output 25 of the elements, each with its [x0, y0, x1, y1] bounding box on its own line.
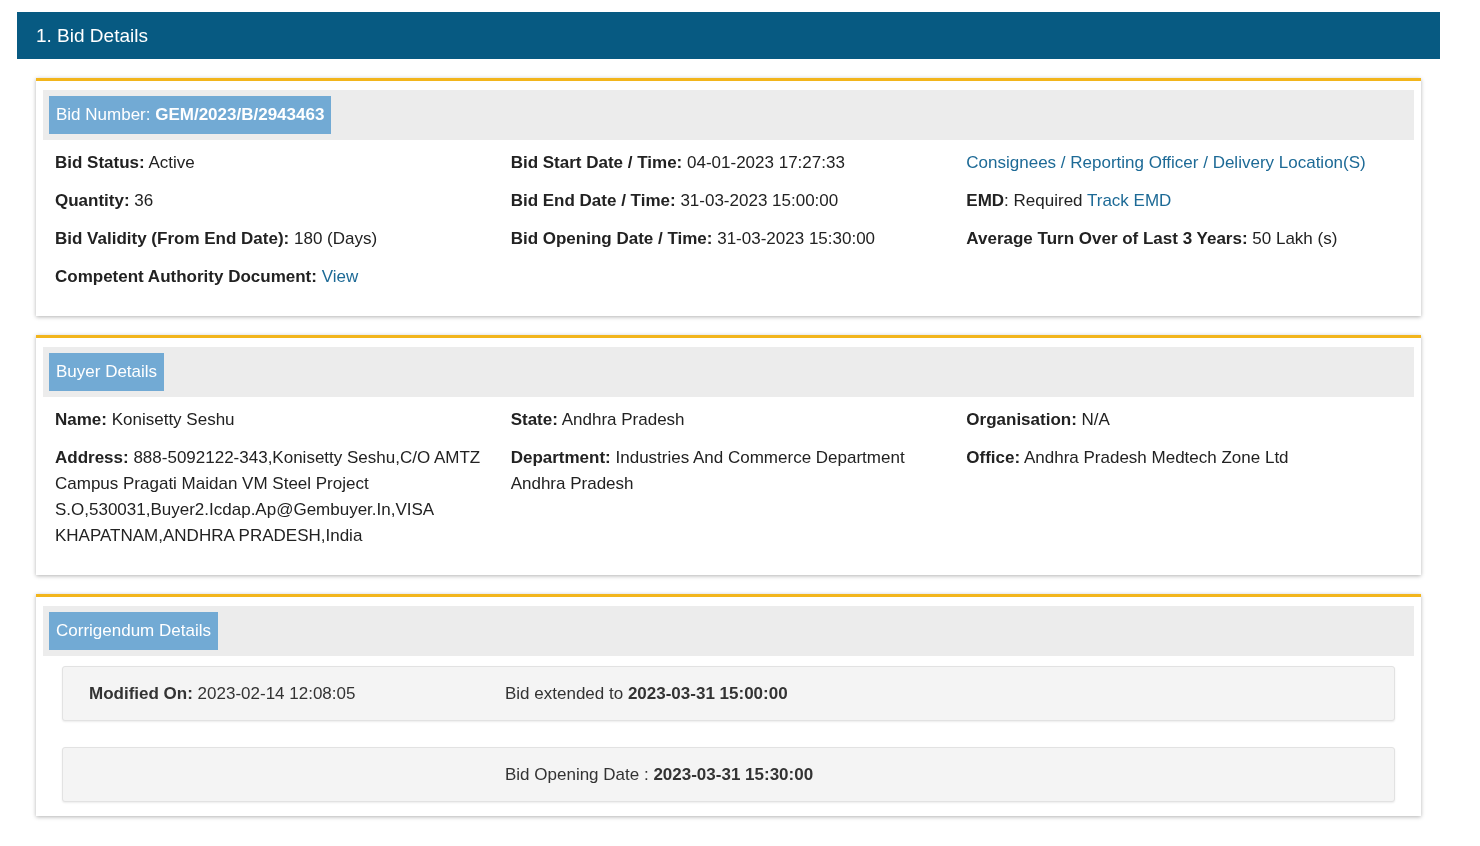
detail-field: Name: Konisetty Seshu [55, 407, 491, 433]
detail-link[interactable]: Track EMD [1086, 191, 1172, 210]
detail-field: Bid Opening Date / Time: 31-03-2023 15:30:00 [510, 226, 947, 252]
detail-field: Average Turn Over of Last 3 Years: 50 Lakh (s) [966, 226, 1402, 252]
detail-field: Quantity: 36 [55, 188, 491, 214]
modified-text: Modified On: 2023-02-14 12:08:05 [89, 683, 356, 703]
section-title: 1. Bid Details [36, 24, 148, 47]
section-label: Buyer Details [49, 353, 165, 391]
detail-field: Bid Start Date / Time: 04-01-2023 17:27:33 [510, 150, 947, 176]
detail-field: EMD: Required Track EMD [966, 188, 1402, 214]
detail-link[interactable]: Consignees / Reporting Officer / Delivery Location(S) [966, 153, 1366, 172]
detail-field: Organisation: N/A [966, 407, 1402, 433]
detail-field: Competent Authority Document: View [55, 264, 491, 290]
detail-field: Bid End Date / Time: 31-03-2023 15:00:00 [510, 188, 947, 214]
detail-field: Bid Status: Active [55, 150, 491, 176]
detail-field: Bid Validity (From End Date): 180 (Days) [55, 226, 491, 252]
section-label: Corrigendum Details [49, 612, 218, 650]
detail-field: Office: Andhra Pradesh Medtech Zone Ltd [966, 445, 1402, 471]
section-label: Bid Number: GEM/2023/B/2943463 [49, 96, 332, 134]
detail-field: Address: 888-5092122-343,Konisetty Seshu,C/O AMTZ Campus Pragati Maidan VM Steel Project S.O,530031,Buyer2.Icdap.Ap@Gembuyer.In,VISA KHAPATNAM,ANDHRA PRADESH,India [55, 445, 491, 549]
detail-field: Department: Industries And Commerce Department Andhra Pradesh [510, 445, 947, 497]
detail-link[interactable]: View [321, 267, 359, 286]
detail-field: State: Andhra Pradesh [510, 407, 947, 433]
corrigendum-text: Bid Opening Date : 2023-03-31 15:30:00 [505, 764, 814, 784]
corrigendum-text: Bid extended to 2023-03-31 15:00:00 [505, 683, 788, 703]
